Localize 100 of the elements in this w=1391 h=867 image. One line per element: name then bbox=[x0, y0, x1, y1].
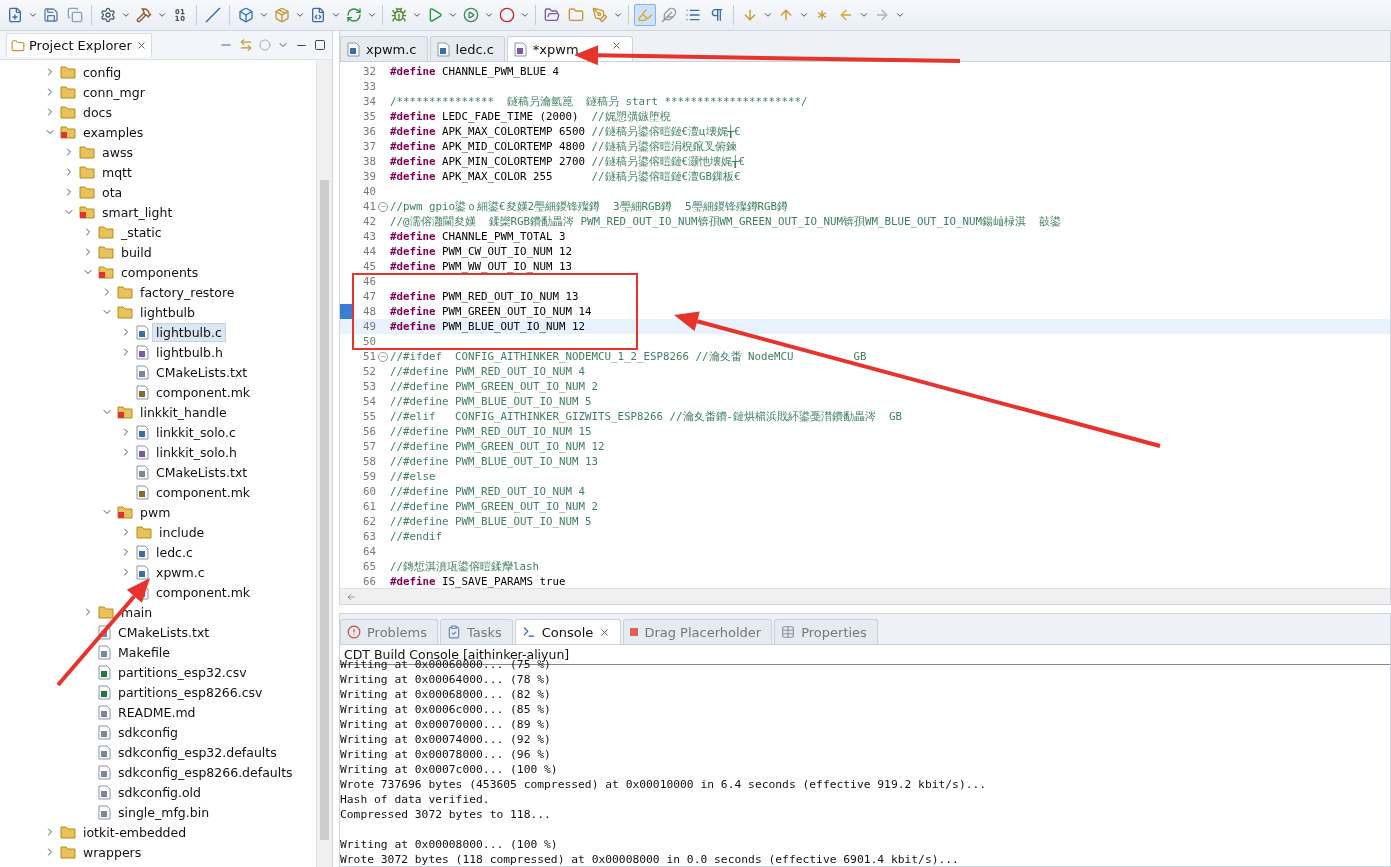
code-text: CHANNLE_PWM_BLUE 4 bbox=[441, 65, 560, 78]
tree-item[interactable]: mqtt bbox=[98, 162, 136, 182]
line-number: 63 bbox=[362, 530, 376, 543]
tree-item[interactable]: linkkit_solo.h bbox=[152, 442, 241, 462]
tree-item[interactable]: CMakeLists.txt bbox=[114, 622, 214, 642]
line-number: 54 bbox=[362, 395, 376, 408]
line-number: 41 bbox=[362, 200, 376, 213]
code-text: APK_MAX_COLORTEMP 6500 bbox=[441, 125, 587, 138]
tree-item[interactable]: CMakeLists.txt bbox=[152, 362, 252, 382]
tree-item[interactable]: single_mfg.bin bbox=[114, 802, 214, 822]
tab[interactable]: Drag Placerholder bbox=[623, 619, 773, 644]
code-text: LEDC_FADE_TIME (2000) bbox=[441, 110, 580, 123]
tree-item[interactable]: ota bbox=[98, 182, 127, 202]
tree-item[interactable]: README.md bbox=[114, 702, 200, 722]
code-text: //@濡傛灉閫夋嫨 鍒欒RGB鐨勫畾涔 PWM_RED_OUT_IO_NUM锛孭WM_GREEN_OUT_IO_NUM锛孭WM_BLUE_OUT_IO_NUM鍚屾椂淇 敼鍙 bbox=[390, 214, 1062, 229]
tree-item[interactable]: sdkconfig_esp8266.defaults bbox=[114, 762, 297, 782]
tree-item[interactable]: lightbulb.c bbox=[152, 322, 226, 342]
tree-item[interactable]: partitions_esp8266.csv bbox=[114, 682, 267, 702]
console-line: Writing at 0x00068000... (82 %) bbox=[340, 687, 552, 702]
line-number: 32 bbox=[362, 65, 376, 78]
tree-item[interactable]: linkkit_solo.c bbox=[152, 422, 240, 442]
line-number: 58 bbox=[362, 455, 376, 468]
code-text: //鏄惁淇濆瓨鍙傛暟鍒癴lash bbox=[390, 559, 539, 574]
code-text: CHANNLE_PWM_TOTAL 3 bbox=[441, 230, 566, 243]
line-number: 38 bbox=[362, 155, 376, 168]
tree-item[interactable]: lightbulb bbox=[136, 302, 199, 322]
console-line: Wrote 3072 bytes (118 compressed) at 0x00008000 in 0.0 seconds (effective 6901.4 kbit/s)... bbox=[340, 852, 960, 866]
code-text: IS_SAVE_PARAMS true bbox=[441, 575, 566, 588]
tree-item[interactable]: component.mk bbox=[152, 482, 255, 502]
tree-item[interactable]: smart_light bbox=[98, 202, 177, 222]
line-number: 34 bbox=[362, 95, 376, 108]
tree-item[interactable]: lightbulb.h bbox=[152, 342, 227, 362]
line-number: 42 bbox=[362, 215, 376, 228]
console-line: Writing at 0x00078000... (96 %) bbox=[340, 747, 552, 762]
tree-item[interactable]: components bbox=[117, 262, 203, 282]
tree-item[interactable]: iotkit-embedded bbox=[79, 822, 191, 842]
line-number: 39 bbox=[362, 170, 376, 183]
code-text: #define bbox=[390, 230, 436, 243]
line-number: 45 bbox=[362, 260, 376, 273]
code-text: PWM_BLUE_OUT_IO_NUM 12 bbox=[441, 320, 586, 333]
tree-item[interactable]: build bbox=[117, 242, 156, 262]
tab[interactable]: ledc.c bbox=[429, 36, 505, 61]
view-tab[interactable]: Project Explorer bbox=[6, 33, 152, 57]
code-text: //#elif CONFIG_AITHINKER_GIZWITS_ESP8266 //瀹夊畨鐨-鏈烘櫤浜戝紑鍙戞澘鐨勫畾涔 GB bbox=[390, 409, 902, 424]
tree-item[interactable]: docs bbox=[79, 102, 116, 122]
tab[interactable]: Properties bbox=[774, 619, 878, 644]
tree-item[interactable]: linkkit_handle bbox=[136, 402, 231, 422]
line-number: 55 bbox=[362, 410, 376, 423]
tree-item[interactable]: CMakeLists.txt bbox=[152, 462, 252, 482]
line-number: 64 bbox=[362, 545, 376, 558]
line-number: 43 bbox=[362, 230, 376, 243]
code-text: //pwm gpio鍙ｏ細鍙€夋嫨2璺細鍐锋殩鐏 3璺細RGB鐏 5璺細鍐锋殩鐏RGB鐏 bbox=[390, 199, 788, 214]
tree-item[interactable]: main bbox=[117, 602, 157, 622]
console-line: Writing at 0x0006c000... (85 %) bbox=[340, 702, 552, 717]
tree-item[interactable]: examples bbox=[79, 122, 148, 142]
code-text: //#else bbox=[390, 470, 436, 483]
code-text: //鐩稿叧鍙傛暟鏈€澶ц壊娓╁€ bbox=[591, 124, 741, 139]
tab[interactable]: Tasks bbox=[439, 619, 513, 644]
code-text: //鐩稿叧鍙傛暟鏈€灏忚壊娓╁€ bbox=[591, 154, 746, 169]
tree-item[interactable]: _static bbox=[117, 222, 166, 242]
tree-item[interactable]: Makefile bbox=[114, 642, 174, 662]
code-text: //#define PWM_GREEN_OUT_IO_NUM 2 bbox=[390, 500, 598, 513]
tree-item[interactable]: component.mk bbox=[152, 582, 255, 602]
code-text: //鐩稿叧鍙傛暟涓棿鑹叉俯鍊 bbox=[591, 139, 737, 154]
line-number: 40 bbox=[362, 185, 376, 198]
tree-item[interactable]: pwm bbox=[136, 502, 175, 522]
tree-item[interactable]: factory_restore bbox=[136, 282, 239, 302]
code-text: //#define PWM_BLUE_OUT_IO_NUM 5 bbox=[390, 515, 592, 528]
line-number: 52 bbox=[362, 365, 376, 378]
tree-item[interactable]: wrappers bbox=[79, 842, 146, 862]
code-text: #define bbox=[390, 305, 436, 318]
code-text: #define bbox=[390, 155, 436, 168]
tree-item[interactable]: sdkconfig bbox=[114, 722, 182, 742]
tree-item[interactable]: config bbox=[79, 62, 126, 82]
code-text: PWM_CW_OUT_IO_NUM 12 bbox=[441, 245, 573, 258]
tree-item[interactable]: conn_mgr bbox=[79, 82, 149, 102]
tree-item[interactable]: awss bbox=[98, 142, 137, 162]
line-number: 59 bbox=[362, 470, 376, 483]
line-number: 60 bbox=[362, 485, 376, 498]
code-text: /*************** 鐩稿叧瀹氫箟 鐩稿叧 start *********************/ bbox=[390, 94, 808, 109]
tab[interactable]: xpwm.c bbox=[340, 36, 428, 61]
line-number: 33 bbox=[362, 80, 376, 93]
tree-item[interactable]: ledc.c bbox=[152, 542, 197, 562]
line-number: 66 bbox=[362, 575, 376, 588]
line-number: 49 bbox=[362, 320, 376, 333]
tree-item[interactable]: component.mk bbox=[152, 382, 255, 402]
tree-item[interactable]: sdkconfig.old bbox=[114, 782, 205, 802]
tab[interactable]: Problems bbox=[340, 619, 438, 644]
code-text: //#define PWM_RED_OUT_IO_NUM 4 bbox=[390, 365, 585, 378]
line-number: 36 bbox=[362, 125, 376, 138]
code-text: #define bbox=[390, 125, 436, 138]
tree-item[interactable]: sdkconfig_esp32.defaults bbox=[114, 742, 281, 762]
console-line: Writing at 0x0007c000... (100 %) bbox=[340, 762, 559, 777]
tree-item[interactable]: partitions_esp32.csv bbox=[114, 662, 251, 682]
tree-item[interactable]: xpwm.c bbox=[152, 562, 209, 582]
line-number: 51 bbox=[362, 350, 376, 363]
code-text: //#define PWM_RED_OUT_IO_NUM 15 bbox=[390, 425, 592, 438]
tree-item[interactable]: include bbox=[155, 522, 209, 542]
console-line: Compressed 3072 bytes to 118... bbox=[340, 807, 552, 822]
tab[interactable]: Console bbox=[514, 619, 622, 644]
